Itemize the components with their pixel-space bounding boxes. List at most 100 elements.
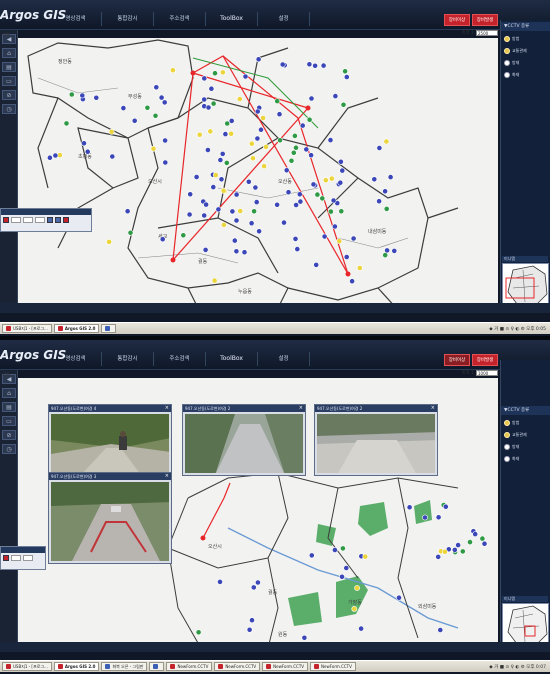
cctv-marker-icon[interactable] [150, 145, 157, 152]
device-error-button[interactable]: 장비이상 [444, 354, 470, 366]
cctv-marker-icon[interactable] [343, 254, 350, 260]
menu-monitoring[interactable]: 통합감시 [102, 352, 154, 366]
cctv-marker-icon[interactable] [109, 153, 116, 160]
cctv-marker-icon[interactable] [362, 553, 369, 560]
cctv-marker-icon[interactable] [212, 70, 218, 77]
cctv-marker-icon[interactable] [306, 61, 313, 68]
cctv-marker-icon[interactable] [354, 585, 360, 591]
cctv-marker-icon[interactable] [356, 265, 363, 271]
task-button[interactable]: Argos GIS 2.0 [53, 324, 100, 333]
cctv-marker-icon[interactable] [233, 248, 240, 255]
cctv-marker-icon[interactable] [296, 191, 303, 198]
cctv-marker-icon[interactable] [396, 594, 402, 601]
cctv-marker-icon[interactable] [252, 184, 259, 191]
cctv-marker-icon[interactable] [441, 548, 448, 555]
cctv-marker-icon[interactable] [283, 167, 290, 174]
menu-address-search[interactable]: 주소검색 [154, 12, 206, 26]
cctv-window[interactable]: 947.오산동(도로변)여경 2 × [314, 404, 438, 476]
cctv-marker-icon[interactable] [406, 504, 413, 511]
cctv-marker-icon[interactable] [106, 238, 112, 245]
system-tray[interactable]: ◆ 거 ■ ⊙ ♀ ◐ ⚙ 오후 0:05 [489, 326, 550, 332]
task-button[interactable]: NewForm.CCTV [166, 662, 213, 671]
menu-settings[interactable]: 설정 [258, 12, 310, 26]
cctv-marker-icon[interactable] [261, 163, 267, 170]
cctv-markers[interactable] [46, 56, 398, 285]
close-icon[interactable]: × [299, 405, 303, 412]
cctv-marker-icon[interactable] [81, 140, 87, 147]
cctv-marker-icon[interactable] [320, 62, 327, 69]
cctv-marker-icon[interactable] [210, 100, 217, 107]
cctv-window-title[interactable]: 947.오산동(도로변)여경 2 × [315, 405, 437, 412]
home-icon[interactable]: ⌂ [2, 388, 16, 398]
task-button[interactable]: USB지1 - [프로그... [2, 324, 52, 333]
cctv-window-title[interactable]: 947.오산동(도로변)여경 4 × [49, 405, 171, 412]
cctv-marker-icon[interactable] [228, 130, 234, 137]
cctv-marker-icon[interactable] [231, 237, 238, 244]
cctv-marker-icon[interactable] [339, 573, 345, 580]
cctv-marker-icon[interactable] [233, 217, 240, 224]
play-icon[interactable] [55, 217, 61, 223]
home-icon[interactable]: ⌂ [2, 48, 16, 58]
cctv-marker-icon[interactable] [228, 118, 235, 124]
cctv-marker-icon[interactable] [162, 137, 168, 144]
cctv-marker-icon[interactable] [254, 108, 261, 115]
close-icon[interactable]: × [431, 405, 435, 412]
device-event-button[interactable]: 장비발생 [472, 354, 498, 366]
task-button[interactable]: NewForm.CCTV [214, 662, 261, 671]
cctv-marker-icon[interactable] [358, 625, 364, 632]
cctv-marker-icon[interactable] [63, 120, 70, 127]
cctv-marker-icon[interactable] [293, 202, 299, 208]
print-icon[interactable]: ▭ [2, 76, 16, 86]
tree-item[interactable]: 화재 [504, 69, 548, 81]
scale-select[interactable]: 2500 [476, 30, 498, 36]
cctv-marker-icon[interactable] [256, 228, 262, 235]
cctv-marker-icon[interactable] [330, 197, 337, 204]
task-button[interactable] [101, 324, 117, 333]
close-icon[interactable]: × [165, 473, 169, 480]
cctv-marker-icon[interactable] [290, 149, 297, 156]
cctv-marker-icon[interactable] [250, 155, 256, 162]
cctv-marker-icon[interactable] [219, 151, 226, 157]
cctv-window-title[interactable]: 947.오산동(도로변)여경 2 × [183, 405, 305, 412]
cctv-marker-icon[interactable] [159, 236, 166, 243]
cctv-marker-icon[interactable] [248, 140, 255, 147]
cctv-marker-icon[interactable] [236, 96, 243, 102]
cctv-marker-icon[interactable] [215, 206, 222, 213]
task-button[interactable]: Argos GIS 2.0 [53, 662, 100, 671]
cctv-marker-icon[interactable] [204, 147, 211, 153]
cctv-video-feed[interactable] [185, 414, 303, 473]
cctv-marker-icon[interactable] [288, 157, 295, 164]
minimap[interactable] [502, 263, 549, 307]
cctv-marker-icon[interactable] [260, 115, 266, 121]
cctv-marker-icon[interactable] [152, 112, 159, 119]
layer-icon[interactable]: ▤ [2, 62, 16, 72]
cctv-marker-icon[interactable] [376, 198, 382, 205]
cctv-marker-icon[interactable] [254, 135, 261, 142]
cctv-marker-icon[interactable] [337, 158, 344, 165]
cctv-marker-icon[interactable] [332, 93, 339, 99]
close-icon[interactable]: × [165, 405, 169, 412]
cctv-marker-icon[interactable] [255, 56, 262, 63]
cctv-marker-icon[interactable] [294, 246, 301, 252]
time-start-input[interactable] [11, 217, 21, 223]
record-icon[interactable] [3, 217, 9, 223]
menu-toolbox[interactable]: ToolBox [206, 12, 258, 26]
cctv-marker-icon[interactable] [281, 219, 287, 226]
cctv-marker-icon[interactable] [207, 128, 214, 135]
cctv-marker-icon[interactable] [310, 181, 317, 188]
cctv-video-feed[interactable] [51, 414, 169, 473]
cctv-marker-icon[interactable] [217, 578, 223, 585]
cctv-marker-icon[interactable] [279, 61, 286, 68]
cctv-marker-icon[interactable] [331, 547, 338, 553]
cctv-marker-icon[interactable] [331, 223, 338, 230]
cctv-marker-icon[interactable] [158, 94, 165, 101]
cctv-marker-icon[interactable] [455, 542, 461, 548]
task-button[interactable] [149, 662, 165, 671]
cctv-marker-icon[interactable] [299, 122, 306, 129]
task-button[interactable]: NewForm.CCTV [262, 662, 308, 671]
menu-settings[interactable]: 설정 [258, 352, 310, 366]
cctv-marker-icon[interactable] [342, 68, 348, 75]
cctv-marker-icon[interactable] [233, 191, 240, 198]
cctv-marker-icon[interactable] [291, 133, 298, 139]
cctv-marker-icon[interactable] [382, 252, 389, 258]
